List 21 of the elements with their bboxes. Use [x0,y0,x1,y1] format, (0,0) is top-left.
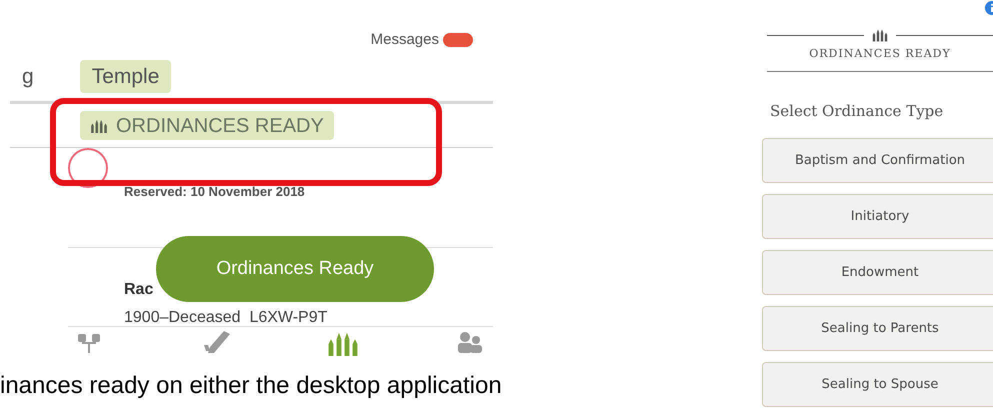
ordinance-type-button[interactable]: Sealing to Spouse [762,362,993,407]
temple-icon [872,28,888,42]
nav-tab[interactable]: Temple [80,60,172,93]
pencil-icon[interactable] [202,331,232,354]
person-name: Rac [124,280,154,300]
person-details: 1900–Deceased L6XW-P9T [124,308,328,328]
reserved-date: Reserved: 10 November 2018 [124,183,305,202]
ordinance-type-button[interactable]: Initiatory [762,194,993,239]
messages-link[interactable]: Messages [370,28,439,52]
temple-icon [327,331,360,356]
ordinance-type-button[interactable]: Baptism and Confirmation [762,138,993,183]
caption-text: inances ready on either the desktop application [0,371,503,401]
temple-icon [90,118,108,133]
section-title: ORDINANCES READY [808,46,952,62]
nav-tab[interactable]: g [10,60,46,93]
badge-label: ORDINANCES READY [116,114,324,139]
ordinance-type-button[interactable]: Endowment [762,250,993,295]
ordinance-type-button[interactable]: Sealing to Parents [762,306,993,351]
avatar [68,148,108,188]
message-count-badge [443,32,473,47]
select-ordinance-heading: Select Ordinance Type [770,100,944,122]
